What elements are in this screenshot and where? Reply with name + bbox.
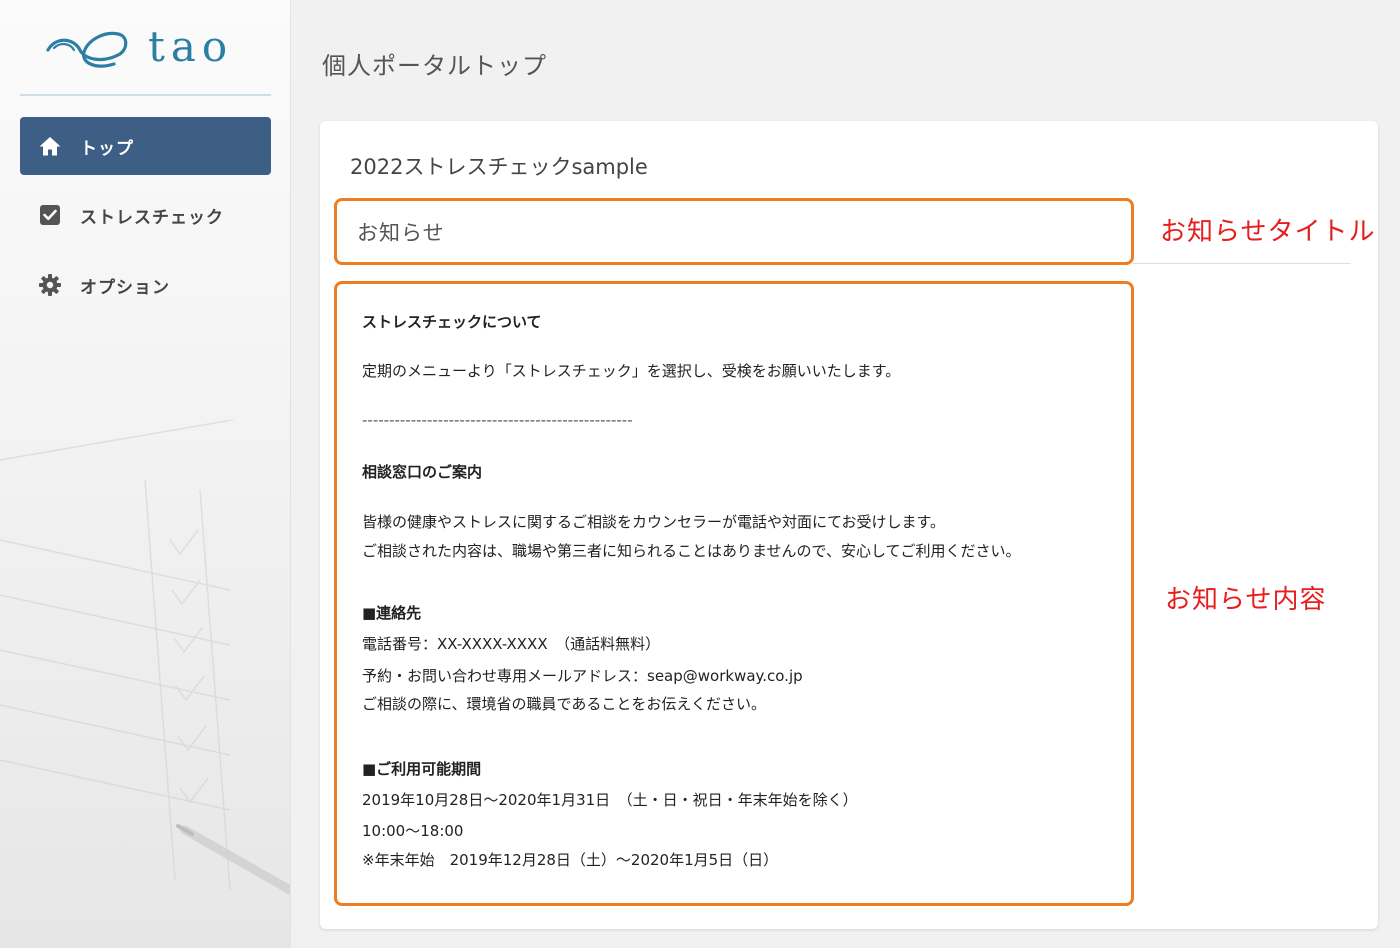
sidebar-item-options[interactable]: オプション xyxy=(20,256,271,314)
notice-heading: 相談窓口のご案内 xyxy=(362,463,483,481)
notice-line: 2019年10月28日～2020年1月31日 （土・日・祝日・年末年始を除く） xyxy=(362,791,858,809)
notice-line: 10:00～18:00 xyxy=(362,822,464,840)
sidebar: tao トップ ストレスチェック オプション xyxy=(0,0,291,948)
notice-line: 予約・お問い合わせ専用メールアドレス：seap@workway.co.jp xyxy=(362,667,803,685)
logo-wave-icon xyxy=(46,31,128,68)
notice-line: ※年末年始 2019年12月28日（土）～2020年1月5日（日） xyxy=(362,851,779,869)
notice-line: 電話番号：XX-XXXX-XXXX （通話料無料） xyxy=(362,635,661,653)
notice-line: 皆様の健康やストレスに関するご相談をカウンセラーが電話や対面にてお受けします。 xyxy=(362,513,946,531)
annotation-notice-title: お知らせタイトル xyxy=(1160,217,1376,247)
sidebar-item-label: ストレスチェック xyxy=(80,207,224,228)
page-title: 個人ポータルトップ xyxy=(322,52,547,80)
notice-line: 定期のメニューより「ストレスチェック」を選択し、受検をお願いいたします。 xyxy=(362,362,901,380)
sidebar-item-label: トップ xyxy=(80,138,134,159)
title-divider xyxy=(1132,263,1351,264)
sidebar-item-stress-check[interactable]: ストレスチェック xyxy=(20,186,271,244)
tao-logo[interactable]: tao xyxy=(44,22,244,72)
notice-title-highlight: お知らせ xyxy=(334,198,1134,265)
notice-content-highlight: ストレスチェックについて 定期のメニューより「ストレスチェック」を選択し、受検を… xyxy=(334,281,1134,906)
checkbox-icon xyxy=(20,204,80,226)
annotation-notice-content: お知らせ内容 xyxy=(1165,585,1327,615)
notice-heading: ■ご利用可能期間 xyxy=(362,760,482,778)
gear-icon xyxy=(20,273,80,297)
notice-line: ご相談の際に、環境省の職員であることをお伝えください。 xyxy=(362,695,766,713)
card-title: 2022ストレスチェックsample xyxy=(350,155,648,179)
notice-separator: ----------------------------------------… xyxy=(362,411,633,429)
logo-text: tao xyxy=(148,22,234,71)
notice-heading: ストレスチェックについて xyxy=(362,313,542,331)
notice-title: お知らせ xyxy=(357,220,445,245)
sidebar-divider xyxy=(20,94,271,96)
notice-heading: ■連絡先 xyxy=(362,604,422,622)
home-icon xyxy=(20,135,80,157)
checklist-background-image xyxy=(0,420,290,895)
notice-line: ご相談された内容は、職場や第三者に知られることはありませんので、安心してご利用く… xyxy=(362,542,1021,560)
sidebar-item-top[interactable]: トップ xyxy=(20,117,271,175)
sidebar-item-label: オプション xyxy=(80,277,170,298)
